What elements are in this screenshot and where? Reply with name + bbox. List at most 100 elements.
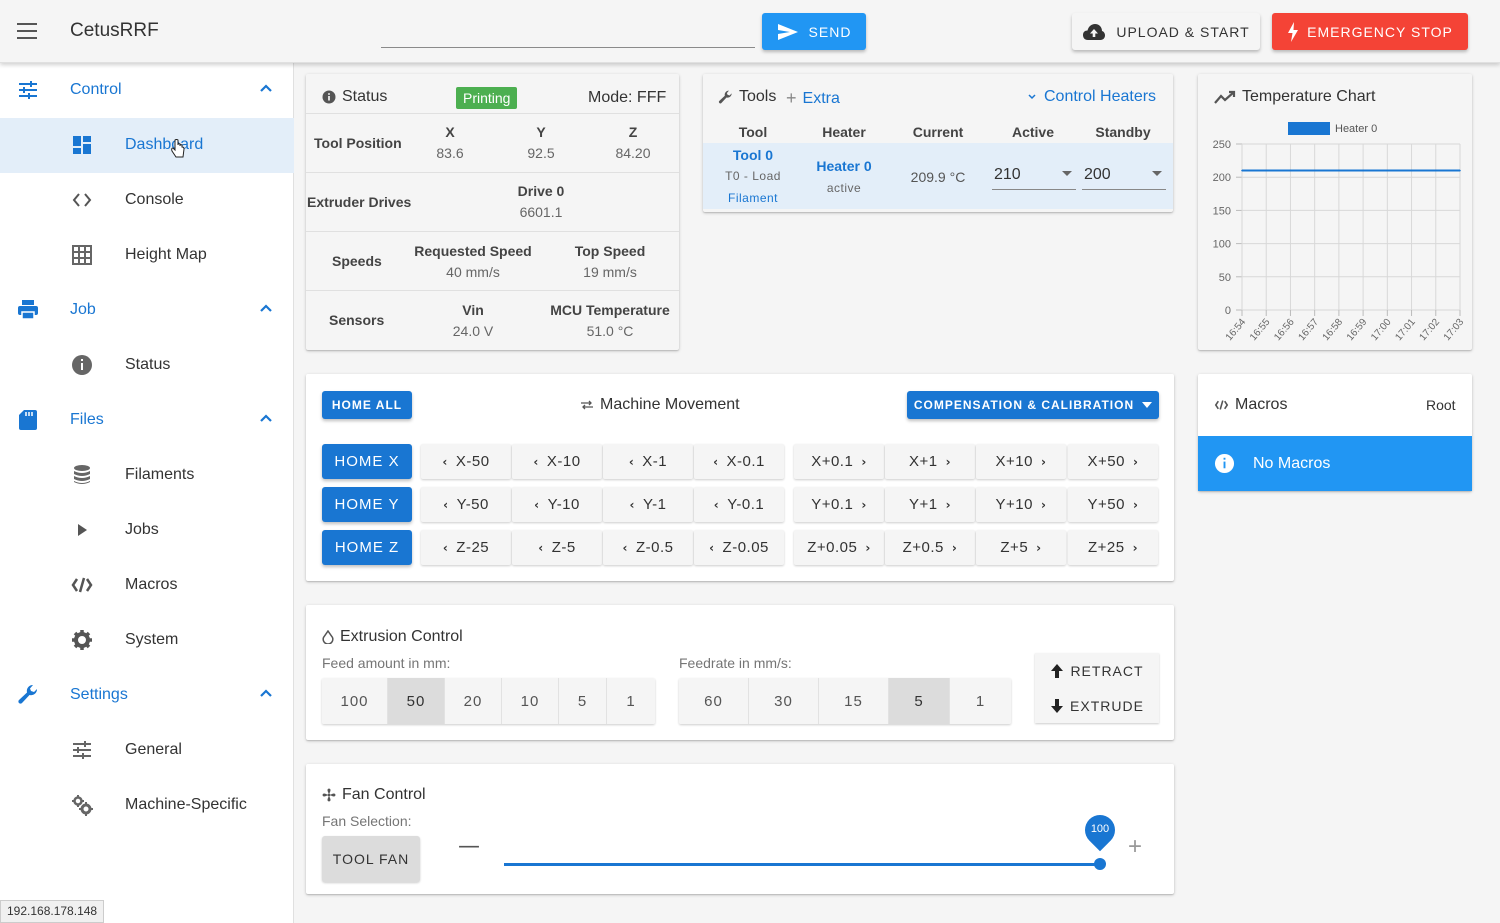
sidebar-group-files[interactable]: Files xyxy=(0,393,294,448)
sidebar-group-label: Settings xyxy=(70,686,128,703)
compensation-calibration-button[interactable]: Compensation & Calibration xyxy=(907,391,1159,419)
move-y-minus-10-button[interactable]: ‹ Y-10 xyxy=(512,487,602,522)
home-x-button[interactable]: Home X xyxy=(322,444,412,479)
upload-start-button[interactable]: Upload & Start xyxy=(1072,13,1260,50)
fan-slider-thumb[interactable] xyxy=(1094,858,1106,870)
top-speed-value: 19 mm/s xyxy=(583,264,637,280)
cogs-icon xyxy=(72,795,93,816)
move-z-minus-0.5-button[interactable]: ‹ Z-0.5 xyxy=(603,530,693,565)
tool-fan-button[interactable]: Tool Fan xyxy=(322,836,420,882)
sidebar-item-label: Macros xyxy=(125,576,178,593)
feed-amount-option[interactable]: 1 xyxy=(607,678,655,724)
extra-link[interactable]: + Extra xyxy=(786,88,840,109)
move-y-plus-50-button[interactable]: Y+50 › xyxy=(1068,487,1158,522)
feedrate-option[interactable]: 60 xyxy=(679,678,749,724)
cloud-upload-icon xyxy=(1083,23,1106,40)
move-z-plus-5-button[interactable]: Z+5 › xyxy=(976,530,1066,565)
feedrate-option[interactable]: 5 xyxy=(889,678,950,724)
move-x-minus-50-button[interactable]: ‹ X-50 xyxy=(421,444,511,479)
wrench-icon xyxy=(18,684,38,704)
feedrate-option[interactable]: 15 xyxy=(819,678,889,724)
home-z-button[interactable]: Home Z xyxy=(322,530,412,565)
move-y-minus-0.1-button[interactable]: ‹ Y-0.1 xyxy=(694,487,784,522)
move-y-plus-0.1-button[interactable]: Y+0.1 › xyxy=(794,487,884,522)
feed-amount-option[interactable]: 100 xyxy=(322,678,388,724)
control-heaters-menu[interactable]: Control Heaters xyxy=(1028,88,1156,106)
tool-0-link[interactable]: Tool 0 xyxy=(713,147,793,163)
move-x-plus-50-button[interactable]: X+50 › xyxy=(1068,444,1158,479)
arrow-up-icon xyxy=(1051,663,1064,678)
tool-load-filament-link-1[interactable]: T0 - Load xyxy=(713,169,793,183)
home-y-button[interactable]: Home Y xyxy=(322,487,412,522)
extruder-drives-label: Extruder Drives xyxy=(307,194,412,210)
tool-load-filament-link-2[interactable]: Filament xyxy=(713,191,793,205)
sidebar-item-general[interactable]: General xyxy=(0,723,294,778)
move-z-plus-0.5-button[interactable]: Z+0.5 › xyxy=(885,530,975,565)
heater-0-link[interactable]: Heater 0 xyxy=(804,158,884,174)
x-tick-label: 17:03 xyxy=(1442,317,1467,344)
move-y-plus-1-button[interactable]: Y+1 › xyxy=(885,487,975,522)
move-x-minus-0.1-button[interactable]: ‹ X-0.1 xyxy=(694,444,784,479)
sidebar-item-jobs[interactable]: Jobs xyxy=(0,503,294,558)
sidebar-item-machine-specific[interactable]: Machine-Specific xyxy=(0,778,294,833)
move-z-plus-25-button[interactable]: Z+25 › xyxy=(1068,530,1158,565)
emergency-stop-button[interactable]: Emergency Stop xyxy=(1272,13,1468,50)
sidebar-item-macros[interactable]: Macros xyxy=(0,558,294,613)
feed-amount-option[interactable]: 5 xyxy=(559,678,607,724)
sidebar-group-control[interactable]: Control xyxy=(0,63,294,118)
dropdown-icon xyxy=(1062,171,1072,176)
axis-x-name: X xyxy=(445,124,455,140)
y-tick-label: 0 xyxy=(1225,305,1231,317)
sidebar-group-job[interactable]: Job xyxy=(0,283,294,338)
feed-amount-option[interactable]: 20 xyxy=(445,678,502,724)
sidebar-item-status[interactable]: Status xyxy=(0,338,294,393)
fan-decrease-icon[interactable]: — xyxy=(458,834,480,859)
retract-button[interactable]: Retract xyxy=(1035,653,1159,688)
home-all-button[interactable]: Home All xyxy=(322,391,412,419)
sidebar-item-height-map[interactable]: Height Map xyxy=(0,228,294,283)
move-x-plus-0.1-button[interactable]: X+0.1 › xyxy=(794,444,884,479)
fan-increase-icon[interactable]: + xyxy=(1128,833,1142,861)
sidebar-item-filaments[interactable]: Filaments xyxy=(0,448,294,503)
menu-icon[interactable] xyxy=(17,23,37,39)
series-point xyxy=(1410,169,1413,172)
extrude-label: Extrude xyxy=(1070,697,1144,714)
standby-temp-select[interactable]: 200 xyxy=(1082,160,1166,190)
feed-amount-option[interactable]: 50 xyxy=(388,678,445,724)
move-z-minus-5-button[interactable]: ‹ Z-5 xyxy=(512,530,602,565)
move-y-minus-50-button[interactable]: ‹ Y-50 xyxy=(421,487,511,522)
move-y-plus-10-button[interactable]: Y+10 › xyxy=(976,487,1066,522)
send-button[interactable]: Send xyxy=(762,13,866,50)
series-point xyxy=(1241,169,1243,172)
tool-position-label: Tool Position xyxy=(314,135,402,151)
move-y-minus-1-button[interactable]: ‹ Y-1 xyxy=(603,487,693,522)
feedrate-option[interactable]: 30 xyxy=(749,678,819,724)
gcode-input[interactable] xyxy=(381,18,755,48)
divider xyxy=(306,172,679,173)
move-x-minus-10-button[interactable]: ‹ X-10 xyxy=(512,444,602,479)
sidebar-item-label: General xyxy=(125,741,182,758)
arrow-down-icon xyxy=(1051,698,1064,713)
active-temp-select[interactable]: 210 xyxy=(992,160,1076,190)
sidebar-item-console[interactable]: Console xyxy=(0,173,294,228)
feed-amount-option[interactable]: 10 xyxy=(502,678,559,724)
extrude-button[interactable]: Extrude xyxy=(1035,688,1159,723)
fan-slider-track[interactable]: 100 xyxy=(504,808,1122,870)
sidebar-item-system[interactable]: System xyxy=(0,613,294,668)
move-x-minus-1-button[interactable]: ‹ X-1 xyxy=(603,444,693,479)
sidebar: Control Dashboard Console Height Map Job… xyxy=(0,63,294,923)
move-z-minus-25-button[interactable]: ‹ Z-25 xyxy=(421,530,511,565)
sidebar-group-settings[interactable]: Settings xyxy=(0,668,294,723)
sidebar-item-dashboard[interactable]: Dashboard xyxy=(0,118,294,173)
move-x-plus-10-button[interactable]: X+10 › xyxy=(976,444,1066,479)
x-tick-label: 16:58 xyxy=(1321,317,1346,344)
feedrate-option[interactable]: 1 xyxy=(950,678,1011,724)
info-icon xyxy=(322,90,336,104)
macros-root-breadcrumb[interactable]: Root xyxy=(1426,397,1456,413)
chevron-up-icon xyxy=(260,304,272,312)
machine-movement-title: Machine Movement xyxy=(580,396,740,414)
move-x-plus-1-button[interactable]: X+1 › xyxy=(885,444,975,479)
move-z-minus-0.05-button[interactable]: ‹ Z-0.05 xyxy=(694,530,784,565)
status-bar-url: 192.168.178.148 xyxy=(0,900,105,923)
move-z-plus-0.05-button[interactable]: Z+0.05 › xyxy=(794,530,884,565)
